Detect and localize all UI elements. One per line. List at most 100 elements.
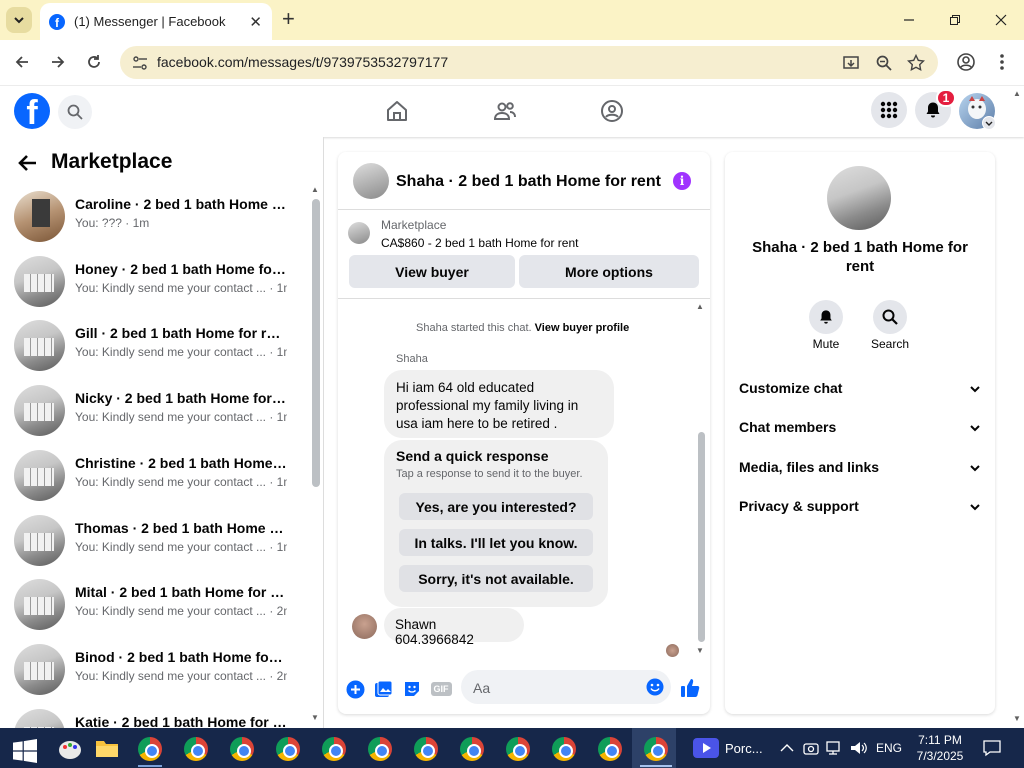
windows-start-icon[interactable] xyxy=(13,739,37,763)
facebook-logo[interactable]: f xyxy=(14,93,50,129)
close-window-button[interactable] xyxy=(986,6,1016,34)
scroll-up-arrow[interactable]: ▲ xyxy=(696,302,704,311)
scroll-up-arrow[interactable]: ▲ xyxy=(311,185,319,194)
system-clock[interactable]: 7:11 PM 7/3/2025 xyxy=(912,732,968,764)
privacy-support-section[interactable]: Privacy & support xyxy=(739,498,981,528)
conversation-list-scrollbar[interactable] xyxy=(312,199,320,487)
view-buyer-button[interactable]: View buyer xyxy=(349,255,515,288)
input-language[interactable]: ENG xyxy=(876,741,902,755)
chrome-window-icon[interactable] xyxy=(506,737,530,761)
more-options-button[interactable]: More options xyxy=(519,255,699,288)
home-nav[interactable] xyxy=(382,96,412,126)
chrome-window-icon[interactable] xyxy=(414,737,438,761)
chrome-window-icon[interactable] xyxy=(368,737,392,761)
conversation-item[interactable]: Gill · 2 bed 1 bath Home for rent You: K… xyxy=(0,317,308,381)
conversation-item[interactable]: Binod · 2 bed 1 bath Home for r... You: … xyxy=(0,641,308,705)
info-icon[interactable]: i xyxy=(673,172,691,190)
zoom-icon[interactable] xyxy=(875,54,893,72)
close-tab-icon[interactable]: ✕ xyxy=(249,13,262,31)
chrome-window-icon[interactable] xyxy=(276,737,300,761)
chrome-window-icon[interactable] xyxy=(598,737,622,761)
play-icon xyxy=(703,743,711,753)
chrome-window-icon[interactable] xyxy=(138,737,162,761)
menu-button[interactable] xyxy=(871,92,907,128)
restore-button[interactable] xyxy=(940,6,970,34)
address-bar[interactable]: facebook.com/messages/t/9739753532797177 xyxy=(120,46,938,79)
start-note-text: Shaha started this chat. xyxy=(416,322,532,334)
back-button[interactable] xyxy=(18,153,38,179)
chevron-up-icon[interactable] xyxy=(780,742,794,754)
camera-icon[interactable] xyxy=(803,740,819,756)
conversation-item[interactable]: Caroline · 2 bed 1 bath Home fo... You: … xyxy=(0,188,308,252)
quick-reply-in-talks[interactable]: In talks. I'll let you know. xyxy=(399,529,593,556)
network-icon[interactable] xyxy=(826,740,844,756)
forward-button[interactable] xyxy=(44,48,72,76)
conversation-preview: You: Kindly send me your contact ... · 1… xyxy=(75,345,287,359)
message-input[interactable]: Aa xyxy=(461,670,671,704)
plus-circle-icon xyxy=(346,680,364,698)
page-scroll-down-arrow[interactable]: ▼ xyxy=(1013,714,1021,723)
account-icon xyxy=(957,53,975,71)
volume-icon[interactable] xyxy=(850,740,868,756)
minimize-button[interactable] xyxy=(894,6,924,34)
conversation-item[interactable]: Christine · 2 bed 1 bath Home fo... You:… xyxy=(0,447,308,511)
facebook-search-button[interactable] xyxy=(58,95,92,129)
chat-header[interactable]: Shaha · 2 bed 1 bath Home for rent xyxy=(338,152,710,210)
reload-button[interactable] xyxy=(80,48,108,76)
attach-photo-button[interactable] xyxy=(373,679,393,699)
windows-taskbar: Porc... ENG 7:11 PM 7/3/2025 xyxy=(0,728,1024,768)
account-menu-chevron[interactable] xyxy=(982,116,996,130)
chrome-window-icon[interactable] xyxy=(552,737,576,761)
groups-nav[interactable] xyxy=(597,96,627,126)
video-app-icon[interactable] xyxy=(693,738,719,758)
chevron-down-icon xyxy=(970,386,980,393)
back-button[interactable] xyxy=(8,48,36,76)
friends-nav[interactable] xyxy=(490,96,520,126)
bookmark-star-icon[interactable] xyxy=(907,54,925,72)
conversation-item[interactable]: Honey · 2 bed 1 bath Home for r... You: … xyxy=(0,253,308,317)
new-tab-button[interactable]: + xyxy=(282,8,295,30)
grid-menu-icon xyxy=(880,101,898,119)
browser-tab[interactable]: f (1) Messenger | Facebook ✕ xyxy=(40,3,272,40)
chrome-window-icon-active[interactable] xyxy=(644,737,668,761)
notification-badge: 1 xyxy=(936,89,956,107)
conversation-item[interactable]: Thomas · 2 bed 1 bath Home for... You: K… xyxy=(0,512,308,576)
customize-chat-section[interactable]: Customize chat xyxy=(739,380,981,410)
mute-button[interactable] xyxy=(809,300,843,334)
chrome-window-icon[interactable] xyxy=(230,737,254,761)
quick-reply-not-available[interactable]: Sorry, it's not available. xyxy=(399,565,593,592)
more-actions-button[interactable] xyxy=(345,679,365,699)
file-explorer-icon[interactable] xyxy=(95,737,119,761)
scroll-down-arrow[interactable]: ▼ xyxy=(696,646,704,655)
scroll-down-arrow[interactable]: ▼ xyxy=(311,713,319,722)
message-scrollbar[interactable] xyxy=(698,432,705,642)
profile-button[interactable] xyxy=(952,48,980,76)
emoji-icon[interactable] xyxy=(646,678,664,696)
avatar xyxy=(827,166,891,230)
chevron-down-icon xyxy=(970,504,980,511)
sticker-button[interactable] xyxy=(402,679,422,699)
avatar xyxy=(14,385,65,436)
like-button[interactable] xyxy=(679,677,701,699)
conversation-item[interactable]: Nicky · 2 bed 1 bath Home for r... You: … xyxy=(0,382,308,446)
browser-menu-button[interactable] xyxy=(988,48,1016,76)
search-in-chat-button[interactable] xyxy=(873,300,907,334)
page-scroll-up-arrow[interactable]: ▲ xyxy=(1013,89,1021,98)
chrome-window-icon[interactable] xyxy=(460,737,484,761)
media-files-links-section[interactable]: Media, files and links xyxy=(739,459,981,489)
chrome-window-icon[interactable] xyxy=(184,737,208,761)
quick-reply-interested[interactable]: Yes, are you interested? xyxy=(399,493,593,520)
site-info-icon[interactable] xyxy=(132,55,148,71)
conversation-item[interactable]: Katie · 2 bed 1 bath Home for rent xyxy=(0,706,308,729)
taskbar-app-label[interactable]: Porc... xyxy=(725,741,763,756)
install-app-icon[interactable] xyxy=(842,54,860,72)
paint-app-icon[interactable] xyxy=(58,737,82,761)
chat-members-section[interactable]: Chat members xyxy=(739,419,981,449)
chrome-window-icon[interactable] xyxy=(322,737,346,761)
conversation-item[interactable]: Mital · 2 bed 1 bath Home for rent You: … xyxy=(0,576,308,640)
gif-button[interactable]: GIF xyxy=(430,679,452,699)
tab-search-button[interactable] xyxy=(6,7,32,33)
view-buyer-profile-link[interactable]: View buyer profile xyxy=(535,322,630,334)
notification-center-icon[interactable] xyxy=(983,739,1001,757)
conversation-name: Christine · 2 bed 1 bath Home fo... xyxy=(75,455,287,471)
